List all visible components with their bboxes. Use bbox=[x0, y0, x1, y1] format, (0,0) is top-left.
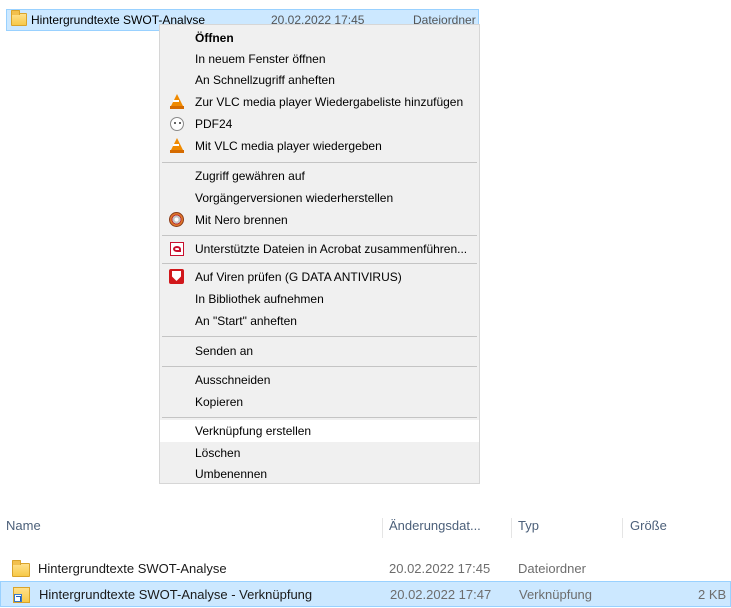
menu-item-label: Umbenennen bbox=[195, 467, 268, 481]
menu-item-copy[interactable]: Kopieren bbox=[160, 391, 479, 413]
menu-separator bbox=[162, 417, 477, 418]
acrobat-icon bbox=[169, 241, 185, 257]
nero-icon bbox=[169, 212, 185, 228]
column-divider[interactable] bbox=[622, 518, 623, 538]
menu-item-label: Mit VLC media player wiedergeben bbox=[195, 139, 382, 153]
menu-item-rename[interactable]: Umbenennen bbox=[160, 463, 479, 485]
menu-item-label: Unterstützte Dateien in Acrobat zusammen… bbox=[195, 242, 468, 256]
column-header-size[interactable]: Größe bbox=[630, 512, 667, 540]
menu-item-cut[interactable]: Ausschneiden bbox=[160, 369, 479, 391]
column-divider[interactable] bbox=[511, 518, 512, 538]
menu-item-pdf24[interactable]: PDF24 bbox=[160, 113, 479, 135]
menu-item-send-to[interactable]: Senden an bbox=[160, 340, 479, 362]
table-row[interactable]: Hintergrundtexte SWOT-Analyse 20.02.2022… bbox=[0, 556, 731, 582]
menu-item-label: Ausschneiden bbox=[195, 373, 271, 387]
file-size: 2 KB bbox=[698, 587, 727, 602]
menu-separator bbox=[162, 366, 477, 367]
menu-item-label: Öffnen bbox=[195, 31, 234, 45]
menu-item-acrobat-combine[interactable]: Unterstützte Dateien in Acrobat zusammen… bbox=[160, 238, 479, 260]
vlc-icon bbox=[169, 94, 185, 110]
menu-item-pin-to-start[interactable]: An "Start" anheften bbox=[160, 310, 479, 332]
menu-item-label: Zugriff gewähren auf bbox=[195, 169, 305, 183]
menu-separator bbox=[162, 263, 477, 264]
file-name: Hintergrundtexte SWOT-Analyse bbox=[38, 561, 227, 576]
column-divider[interactable] bbox=[382, 518, 383, 538]
menu-separator bbox=[162, 336, 477, 337]
file-list-header: Name Änderungsdat... Typ Größe bbox=[0, 512, 731, 540]
folder-icon bbox=[12, 560, 30, 577]
menu-item-give-access[interactable]: Zugriff gewähren auf bbox=[160, 165, 479, 187]
menu-item-label: PDF24 bbox=[195, 117, 233, 131]
menu-item-open-new-window[interactable]: In neuem Fenster öffnen bbox=[160, 48, 479, 70]
menu-item-delete[interactable]: Löschen bbox=[160, 442, 479, 464]
menu-item-label: In neuem Fenster öffnen bbox=[195, 52, 326, 66]
menu-item-label: Verknüpfung erstellen bbox=[195, 424, 312, 438]
menu-item-label: An "Start" anheften bbox=[195, 314, 297, 328]
menu-item-label: In Bibliothek aufnehmen bbox=[195, 292, 324, 306]
menu-item-vlc-add-playlist[interactable]: Zur VLC media player Wiedergabeliste hin… bbox=[160, 91, 479, 113]
file-type: Verknüpfung bbox=[519, 587, 593, 602]
table-row[interactable]: Hintergrundtexte SWOT-Analyse - Verknüpf… bbox=[0, 581, 731, 607]
menu-item-label: Vorgängerversionen wiederherstellen bbox=[195, 191, 394, 205]
file-type: Dateiordner bbox=[518, 561, 586, 576]
file-date: 20.02.2022 17:47 bbox=[390, 587, 492, 602]
shortcut-arrow-icon bbox=[14, 594, 22, 602]
context-menu: Öffnen In neuem Fenster öffnen An Schnel… bbox=[159, 24, 480, 484]
vlc-icon bbox=[169, 138, 185, 154]
menu-item-label: Zur VLC media player Wiedergabeliste hin… bbox=[195, 95, 464, 109]
menu-item-label: Kopieren bbox=[195, 395, 244, 409]
gdata-shield-icon bbox=[169, 269, 185, 285]
shortcut-icon bbox=[13, 587, 30, 603]
file-name: Hintergrundtexte SWOT-Analyse - Verknüpf… bbox=[39, 587, 313, 602]
pdf24-icon bbox=[169, 116, 185, 132]
menu-item-nero-burn[interactable]: Mit Nero brennen bbox=[160, 209, 479, 231]
menu-item-add-to-library[interactable]: In Bibliothek aufnehmen bbox=[160, 288, 479, 310]
menu-item-label: Senden an bbox=[195, 344, 254, 358]
menu-separator bbox=[162, 162, 477, 163]
menu-separator bbox=[162, 235, 477, 236]
column-header-type[interactable]: Typ bbox=[518, 512, 539, 540]
menu-item-label: Löschen bbox=[195, 446, 241, 460]
menu-item-open[interactable]: Öffnen bbox=[160, 27, 479, 49]
menu-item-virus-scan[interactable]: Auf Viren prüfen (G DATA ANTIVIRUS) bbox=[160, 266, 479, 288]
menu-item-label: Auf Viren prüfen (G DATA ANTIVIRUS) bbox=[195, 270, 402, 284]
menu-item-restore-previous-versions[interactable]: Vorgängerversionen wiederherstellen bbox=[160, 187, 479, 209]
menu-item-label: Mit Nero brennen bbox=[195, 213, 288, 227]
menu-item-pin-quick-access[interactable]: An Schnellzugriff anheften bbox=[160, 69, 479, 91]
folder-icon bbox=[11, 10, 27, 26]
menu-item-label: An Schnellzugriff anheften bbox=[195, 73, 335, 87]
menu-item-vlc-play[interactable]: Mit VLC media player wiedergeben bbox=[160, 135, 479, 157]
file-date: 20.02.2022 17:45 bbox=[389, 561, 491, 576]
menu-item-create-shortcut[interactable]: Verknüpfung erstellen bbox=[160, 420, 479, 442]
column-header-name[interactable]: Name bbox=[6, 512, 41, 540]
column-header-date[interactable]: Änderungsdat... bbox=[389, 512, 481, 540]
